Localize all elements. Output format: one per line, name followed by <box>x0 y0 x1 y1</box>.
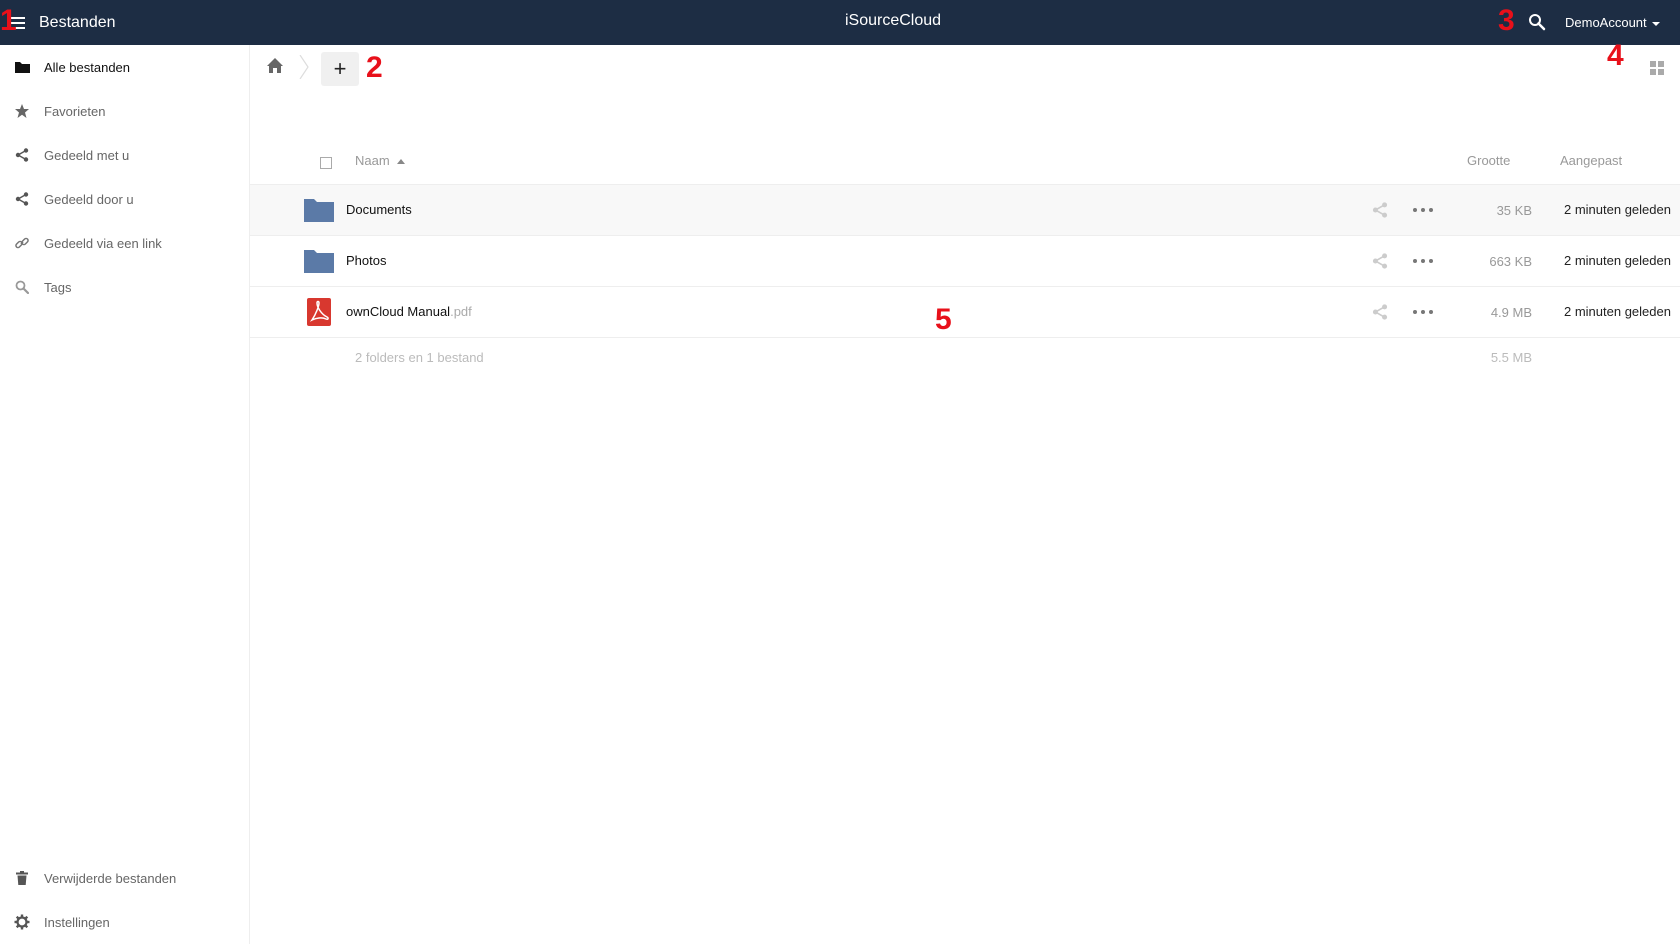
top-bar: Bestanden iSourceCloud DemoAccount <box>0 0 1680 45</box>
user-name: DemoAccount <box>1565 15 1647 30</box>
new-button[interactable]: + <box>321 52 359 86</box>
grid-view-icon[interactable] <box>1650 61 1664 75</box>
file-modified: 2 minuten geleden <box>1564 202 1671 217</box>
pdf-icon <box>307 298 331 326</box>
folder-icon <box>13 58 31 76</box>
sidebar-item-label: Favorieten <box>44 103 106 119</box>
sidebar-item-shared-via-link[interactable]: Gedeeld via een link <box>0 221 249 265</box>
more-actions-icon[interactable] <box>1413 304 1433 320</box>
sidebar-item-shared-with-you[interactable]: Gedeeld met u <box>0 133 249 177</box>
total-size: 5.5 MB <box>1490 350 1532 365</box>
home-icon[interactable] <box>266 57 284 75</box>
annotation-marker-3: 3 <box>1498 4 1515 37</box>
file-modified: 2 minuten geleden <box>1564 304 1671 319</box>
sidebar-item-label: Tags <box>44 279 72 295</box>
sidebar-item-deleted-files[interactable]: Verwijderde bestanden <box>0 856 249 900</box>
file-size: 663 KB <box>1489 254 1532 269</box>
sidebar-item-label: Gedeeld door u <box>44 191 134 207</box>
search-icon[interactable] <box>1528 13 1546 31</box>
table-row[interactable]: ownCloud Manual.pdf 4.9 MB 2 minuten gel… <box>250 287 1680 338</box>
trash-icon <box>13 869 31 887</box>
app-menu-button[interactable]: Bestanden <box>10 0 116 45</box>
column-header-name[interactable]: Naam <box>355 153 405 168</box>
app-name: Bestanden <box>39 13 116 31</box>
breadcrumb-separator-icon <box>299 55 309 79</box>
column-header-size[interactable]: Grootte <box>1467 153 1510 168</box>
star-icon <box>13 102 31 120</box>
file-name[interactable]: ownCloud Manual.pdf <box>346 304 472 319</box>
sidebar-item-label: Verwijderde bestanden <box>44 870 177 886</box>
annotation-marker-1: 1 <box>0 4 17 37</box>
more-actions-icon[interactable] <box>1413 253 1433 269</box>
sidebar-item-all-files[interactable]: Alle bestanden <box>0 45 249 89</box>
column-header-modified[interactable]: Aangepast <box>1560 153 1622 168</box>
file-size: 4.9 MB <box>1490 305 1532 320</box>
caret-down-icon <box>1651 21 1660 26</box>
sidebar-item-label: Gedeeld met u <box>44 147 130 163</box>
select-all-checkbox[interactable] <box>320 157 332 169</box>
share-icon[interactable] <box>1372 304 1388 320</box>
share-icon[interactable] <box>1372 202 1388 218</box>
sidebar-item-favorites[interactable]: Favorieten <box>0 89 249 133</box>
search-icon <box>13 278 31 296</box>
link-icon <box>13 234 31 252</box>
sidebar-item-tags[interactable]: Tags <box>0 265 249 309</box>
file-list-area: + Naam Grootte Aangepast Documents 35 KB… <box>250 45 1680 944</box>
sidebar: Alle bestanden Favorieten Gedeeld met u … <box>0 45 250 944</box>
table-row[interactable]: Documents 35 KB 2 minuten geleden <box>250 185 1680 236</box>
sidebar-item-settings[interactable]: Instellingen <box>0 900 249 944</box>
share-icon <box>13 146 31 164</box>
file-name[interactable]: Documents <box>346 202 412 217</box>
file-summary: 2 folders en 1 bestand <box>355 350 484 365</box>
gear-icon <box>13 913 31 931</box>
sidebar-item-label: Gedeeld via een link <box>44 235 162 251</box>
share-icon[interactable] <box>1372 253 1388 269</box>
table-header: Naam Grootte Aangepast <box>250 139 1680 185</box>
share-icon <box>13 190 31 208</box>
sidebar-item-label: Instellingen <box>44 914 110 930</box>
sidebar-item-label: Alle bestanden <box>44 59 131 75</box>
file-modified: 2 minuten geleden <box>1564 253 1671 268</box>
file-size: 35 KB <box>1496 203 1532 218</box>
folder-icon <box>304 199 334 222</box>
brand-title: iSourceCloud <box>844 12 942 29</box>
file-name[interactable]: Photos <box>346 253 386 268</box>
table-row[interactable]: Photos 663 KB 2 minuten geleden <box>250 236 1680 287</box>
plus-icon: + <box>333 56 347 81</box>
sort-ascending-icon <box>396 159 405 165</box>
sidebar-item-shared-by-you[interactable]: Gedeeld door u <box>0 177 249 221</box>
more-actions-icon[interactable] <box>1413 202 1433 218</box>
folder-icon <box>304 250 334 273</box>
